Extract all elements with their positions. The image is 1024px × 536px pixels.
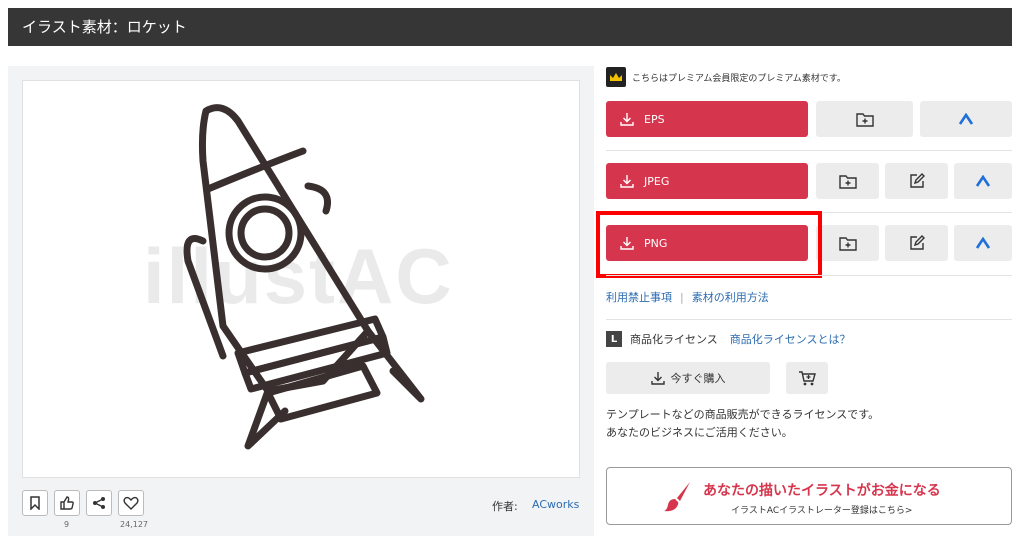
add-to-folder-button[interactable] [816, 225, 879, 261]
share-icon [93, 497, 105, 509]
author-link[interactable]: ACworks [532, 498, 579, 511]
license-desc-line2: あなたのビジネスにご活用ください。 [606, 426, 793, 439]
license-desc-line1: テンプレートなどの商品販売ができるライセンスです。 [606, 408, 880, 421]
preview-panel: illustAC 9 24,127 作者: ACworks [8, 66, 594, 536]
download-icon [650, 372, 665, 385]
like-button[interactable] [54, 490, 80, 516]
author-label: 作者: [492, 500, 518, 513]
premium-text: こちらはプレミアム会員限定のプレミアム素材です。 [632, 73, 846, 84]
bookmark-icon [30, 496, 40, 510]
page-header: イラスト素材：ロケット [8, 8, 1012, 46]
license-badge: L [606, 331, 622, 347]
download-jpeg-button[interactable]: JPEG [606, 163, 808, 199]
edit-button[interactable] [885, 225, 948, 261]
expand-button[interactable] [954, 225, 1012, 261]
download-icon [620, 113, 634, 126]
divider [606, 319, 1012, 320]
expand-button[interactable] [920, 101, 1012, 137]
download-eps-button[interactable]: EPS [606, 101, 808, 137]
rocket-illustration [183, 104, 425, 450]
add-to-folder-button[interactable] [816, 163, 879, 199]
chevron-up-icon [975, 175, 991, 187]
license-info-link[interactable]: 商品化ライセンスとは？ [730, 331, 851, 347]
thumbs-up-icon [60, 496, 74, 510]
divider [606, 275, 1012, 276]
creator-promo-banner[interactable]: あなたの描いたイラストがお金になる イラストACイラストレーター登録はこちら> [606, 467, 1012, 525]
folder-plus-icon [838, 175, 857, 189]
favorites-count: 24,127 [120, 520, 148, 529]
folder-plus-icon [838, 237, 857, 251]
buy-now-button[interactable]: 今すぐ購入 [606, 362, 770, 394]
license-header: L 商品化ライセンス 商品化ライセンスとは？ [606, 331, 851, 347]
edit-icon [909, 173, 925, 188]
crown-icon [606, 67, 626, 87]
edit-icon [909, 235, 925, 250]
premium-notice: こちらはプレミアム会員限定のプレミアム素材です。 [606, 66, 846, 88]
buy-now-label: 今すぐ購入 [670, 372, 726, 385]
paintbrush-icon [664, 482, 690, 512]
bookmark-button[interactable] [22, 490, 48, 516]
illustration-preview: illustAC [22, 80, 580, 478]
folder-plus-icon [855, 113, 874, 127]
license-description: テンプレートなどの商品販売ができるライセンスです。 あなたのビジネスにご活用くだ… [606, 406, 879, 442]
likes-count: 9 [64, 520, 70, 529]
add-to-cart-button[interactable] [786, 362, 828, 394]
link-separator: | [680, 290, 684, 304]
chevron-up-icon [975, 237, 991, 249]
edit-button[interactable] [885, 163, 948, 199]
share-button[interactable] [86, 490, 112, 516]
promo-title: あなたの描いたイラストがお金になる [703, 483, 941, 499]
promo-subtitle: イラストACイラストレーター登録はこちら> [731, 506, 913, 516]
download-icon [620, 175, 634, 188]
expand-button[interactable] [954, 163, 1012, 199]
download-jpeg-label: JPEG [644, 174, 670, 188]
chevron-up-icon [958, 113, 974, 125]
divider [606, 150, 1012, 151]
usage-links: 利用禁止事項 | 素材の利用方法 [606, 289, 769, 305]
action-bar: 9 24,127 作者: ACworks [22, 490, 580, 534]
png-highlight-box [596, 211, 822, 278]
license-title: 商品化ライセンス [630, 333, 718, 346]
prohibited-link[interactable]: 利用禁止事項 [606, 289, 672, 305]
download-eps-label: EPS [644, 112, 665, 126]
add-to-folder-button[interactable] [816, 101, 913, 137]
favorite-button[interactable] [118, 490, 144, 516]
usage-guide-link[interactable]: 素材の利用方法 [692, 289, 769, 305]
cart-icon [799, 371, 816, 386]
page-title: イラスト素材：ロケット [22, 18, 187, 36]
heart-icon [123, 496, 139, 510]
